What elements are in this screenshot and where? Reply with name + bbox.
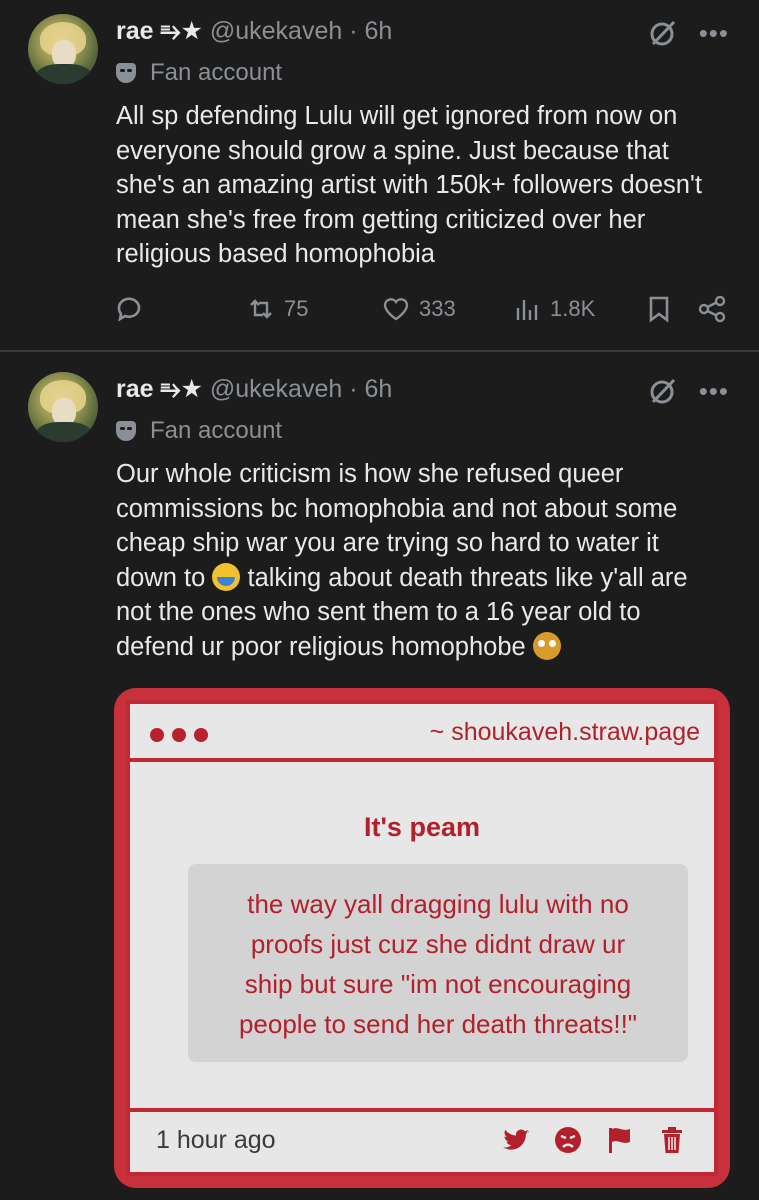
mask-icon bbox=[116, 421, 136, 441]
post-top-icons: ••• bbox=[647, 18, 729, 48]
twitter-bird-icon bbox=[503, 1129, 529, 1150]
embedded-image[interactable]: ~ shoukaveh.straw.page It's peam the way… bbox=[114, 688, 730, 1188]
fan-account-label: Fan account bbox=[116, 58, 282, 88]
card-url: ~ shoukaveh.straw.page bbox=[429, 718, 700, 746]
share-icon bbox=[698, 295, 726, 323]
reply-icon bbox=[117, 297, 141, 322]
card-icons bbox=[500, 1124, 688, 1156]
post-header: rae ⥱★ @ukekaveh · 6h bbox=[116, 16, 392, 46]
angry-face-icon bbox=[555, 1127, 581, 1153]
card-topbar: ~ shoukaveh.straw.page bbox=[130, 704, 714, 762]
window-dot-icon bbox=[172, 728, 186, 742]
bookmark-icon bbox=[649, 296, 669, 323]
share-button[interactable] bbox=[697, 294, 727, 324]
like-button[interactable]: 333 bbox=[381, 294, 456, 324]
handle[interactable]: @ukekaveh bbox=[210, 375, 342, 403]
heart-icon bbox=[383, 298, 409, 321]
window-dot-icon bbox=[194, 728, 208, 742]
views-icon bbox=[516, 300, 538, 320]
window-dot-icon bbox=[150, 728, 164, 742]
timestamp[interactable]: · 6h bbox=[349, 375, 392, 403]
trash-icon bbox=[662, 1127, 682, 1153]
fan-account-label: Fan account bbox=[116, 416, 282, 446]
bookmark-button[interactable] bbox=[644, 294, 674, 324]
pleading-face-emoji-icon bbox=[532, 631, 561, 660]
post-top-icons: ••• bbox=[647, 376, 729, 406]
mask-icon bbox=[116, 63, 136, 83]
repost-button[interactable]: 75 bbox=[246, 294, 308, 324]
repost-icon bbox=[250, 299, 272, 319]
straw-page-card: ~ shoukaveh.straw.page It's peam the way… bbox=[126, 700, 718, 1176]
display-name[interactable]: rae ⥱★ bbox=[116, 17, 203, 45]
quote-box: the way yall dragging lulu with no proof… bbox=[188, 864, 688, 1062]
card-footer: 1 hour ago bbox=[130, 1108, 714, 1172]
avatar[interactable] bbox=[28, 14, 98, 84]
post-text: All sp defending Lulu will get ignored f… bbox=[116, 102, 702, 268]
views-button[interactable]: 1.8K bbox=[512, 294, 595, 324]
action-bar: 75 333 1.8K bbox=[0, 294, 759, 334]
reply-button[interactable] bbox=[113, 294, 143, 324]
avatar[interactable] bbox=[28, 372, 98, 442]
flag-icon bbox=[609, 1128, 630, 1153]
post-1[interactable]: rae ⥱★ @ukekaveh · 6h ••• Fan account Al… bbox=[0, 0, 759, 350]
grok-icon[interactable] bbox=[647, 376, 677, 406]
more-icon[interactable]: ••• bbox=[699, 20, 729, 46]
post-header: rae ⥱★ @ukekaveh · 6h bbox=[116, 374, 392, 404]
more-icon[interactable]: ••• bbox=[699, 378, 729, 404]
handle[interactable]: @ukekaveh bbox=[210, 17, 342, 45]
timestamp[interactable]: · 6h bbox=[349, 17, 392, 45]
grok-icon[interactable] bbox=[647, 18, 677, 48]
display-name[interactable]: rae ⥱★ bbox=[116, 375, 203, 403]
loudly-crying-emoji-icon bbox=[212, 562, 241, 591]
post-text: Our whole criticism is how she refused q… bbox=[116, 460, 688, 661]
card-time-ago: 1 hour ago bbox=[156, 1126, 276, 1154]
card-title: It's peam bbox=[364, 812, 480, 842]
